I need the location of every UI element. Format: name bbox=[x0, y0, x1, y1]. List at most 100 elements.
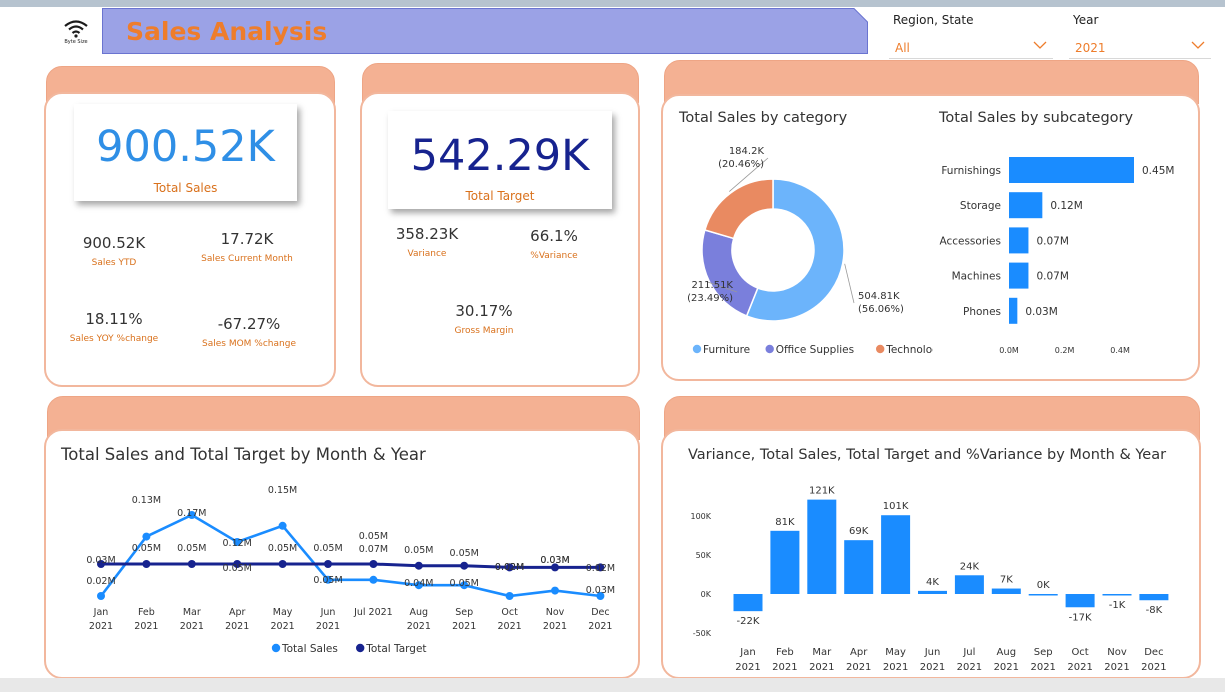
y-tick-label: -50K bbox=[693, 629, 712, 638]
gross-margin-metric: 30.17% Gross Margin bbox=[432, 302, 536, 336]
chevron-down-icon bbox=[1033, 41, 1047, 49]
legend-marker bbox=[765, 344, 774, 354]
x-tick-month: Apr bbox=[229, 607, 246, 618]
sales-data-label: 0.02M bbox=[86, 576, 115, 587]
target-point[interactable] bbox=[460, 561, 469, 570]
variance-bar[interactable] bbox=[918, 590, 947, 594]
variance-bar[interactable] bbox=[1065, 594, 1095, 608]
metric-value: 900.52K bbox=[82, 234, 146, 252]
legend-label: Total Sales bbox=[281, 643, 338, 655]
y-tick-label: 100K bbox=[690, 512, 711, 521]
metric-value: -67.27% bbox=[217, 315, 281, 333]
target-point[interactable] bbox=[187, 560, 196, 568]
variance-data-label: -17K bbox=[1069, 612, 1092, 623]
sales-point[interactable] bbox=[369, 575, 378, 584]
title-banner: Sales Analysis bbox=[102, 8, 868, 54]
bar-furnishings[interactable] bbox=[1009, 157, 1134, 183]
target-data-label: 0.07M bbox=[359, 544, 388, 555]
target-data-label: 0.03M bbox=[540, 555, 569, 566]
variance-bar[interactable] bbox=[991, 588, 1021, 594]
region-select-value: All bbox=[895, 41, 910, 55]
bar-category-label: Machines bbox=[952, 271, 1001, 283]
bar-category-label: Accessories bbox=[939, 235, 1001, 247]
target-point[interactable] bbox=[142, 560, 151, 568]
sales-point[interactable] bbox=[505, 592, 514, 600]
sales-point[interactable] bbox=[97, 592, 105, 600]
target-data-label: 0.05M bbox=[313, 543, 342, 554]
bar-phones[interactable] bbox=[1009, 297, 1018, 324]
total-sales-label: Total Sales bbox=[153, 181, 218, 195]
donut-pct-label: (20.46%) bbox=[718, 159, 764, 170]
x-tick-year: 2021 bbox=[134, 621, 158, 632]
variance-metric: 358.23K Variance bbox=[376, 225, 478, 259]
variance-bar[interactable] bbox=[733, 594, 763, 612]
target-point[interactable] bbox=[278, 560, 287, 568]
variance-bar-chart: 100K 50K 0K -50K -22K 81K 121K 69K 101K 4K 24K 7K 0K… bbox=[690, 486, 1169, 673]
sales-current-month-metric: 17.72K Sales Current Month bbox=[191, 230, 303, 264]
bar-machines[interactable] bbox=[1009, 262, 1029, 289]
x-tick-month: Dec bbox=[591, 607, 609, 618]
sales-point[interactable] bbox=[551, 586, 559, 595]
status-bar bbox=[0, 678, 1225, 692]
x-tick-year: 2021 bbox=[89, 621, 113, 632]
sales-target-line-chart: 0.02M 0.13M 0.17M 0.12M 0.15M 0.05M 0.05M 0.04M… bbox=[86, 485, 615, 655]
x-tick-year: 2021 bbox=[1141, 662, 1166, 673]
sales-data-label: 0.03M bbox=[586, 585, 615, 596]
bar-storage[interactable] bbox=[1009, 192, 1043, 219]
variance-bar[interactable] bbox=[1028, 594, 1058, 596]
target-data-label: 0.05M bbox=[268, 543, 297, 554]
target-data-label: 0.05M bbox=[177, 543, 206, 554]
target-point[interactable] bbox=[369, 560, 378, 568]
target-point[interactable] bbox=[414, 561, 423, 570]
bar-category-label: Furnishings bbox=[941, 165, 1001, 177]
bar-accessories[interactable] bbox=[1009, 227, 1029, 254]
sales-data-label: 0.17M bbox=[177, 508, 206, 519]
sales-point[interactable] bbox=[142, 532, 151, 541]
variance-bar[interactable] bbox=[844, 540, 874, 594]
target-data-label: 0.05M bbox=[404, 545, 433, 556]
target-point[interactable] bbox=[324, 560, 332, 568]
legend-label: Total Target bbox=[365, 643, 426, 655]
x-tick-month: Nov bbox=[1107, 647, 1127, 658]
logo-text: Byte Size bbox=[64, 39, 88, 45]
x-tick-month: Sep bbox=[1034, 647, 1053, 658]
variance-data-label: 121K bbox=[809, 486, 835, 497]
x-tick-month: Nov bbox=[546, 607, 565, 618]
variance-data-label: -1K bbox=[1109, 600, 1126, 611]
bar-data-label: 0.45M bbox=[1142, 165, 1174, 177]
region-select[interactable]: All bbox=[889, 36, 1053, 59]
sales-ytd-metric: 900.52K Sales YTD bbox=[56, 234, 172, 268]
donut-data-label: 184.2K bbox=[729, 146, 765, 157]
target-data-label: 0.05M bbox=[132, 543, 161, 554]
total-target-kpi: 542.29K Total Target bbox=[388, 111, 612, 209]
variance-bar[interactable] bbox=[770, 530, 800, 594]
variance-bar[interactable] bbox=[881, 515, 911, 594]
x-tick-month: Feb bbox=[138, 607, 155, 618]
y-tick-label: 50K bbox=[696, 551, 712, 560]
line-total-sales bbox=[99, 513, 601, 598]
variance-bar[interactable] bbox=[807, 499, 837, 594]
variance-bar[interactable] bbox=[1102, 594, 1132, 596]
metric-value: 66.1% bbox=[530, 227, 578, 245]
x-tick-year: 2021 bbox=[225, 621, 249, 632]
variance-data-label: 81K bbox=[775, 517, 795, 528]
sales-kpi-card: 900.52K Total Sales 900.52K Sales YTD 17… bbox=[44, 92, 336, 387]
chevron-down-icon bbox=[1191, 41, 1205, 49]
sales-point[interactable] bbox=[278, 521, 287, 530]
variance-bar[interactable] bbox=[1139, 594, 1169, 601]
metric-label: Gross Margin bbox=[454, 326, 514, 336]
variance-bar[interactable] bbox=[954, 575, 984, 594]
x-tick-month: Jun bbox=[924, 647, 941, 658]
variance-chart-card: Variance, Total Sales, Total Target and … bbox=[661, 429, 1201, 679]
filter-label-region: Region, State bbox=[893, 13, 974, 27]
x-tick-month: Jan bbox=[739, 647, 755, 658]
variance-data-label: -22K bbox=[737, 616, 760, 627]
target-data-label: 0.02M bbox=[586, 563, 615, 574]
year-select[interactable]: 2021 bbox=[1069, 36, 1211, 59]
legend-marker bbox=[271, 643, 281, 653]
donut-slice-technology[interactable] bbox=[703, 178, 774, 240]
logo: Byte Size bbox=[62, 20, 90, 46]
x-tick-year: 2021 bbox=[588, 621, 612, 632]
x-tick-year: 2021 bbox=[920, 662, 945, 673]
x-tick-month: Mar bbox=[812, 647, 832, 658]
